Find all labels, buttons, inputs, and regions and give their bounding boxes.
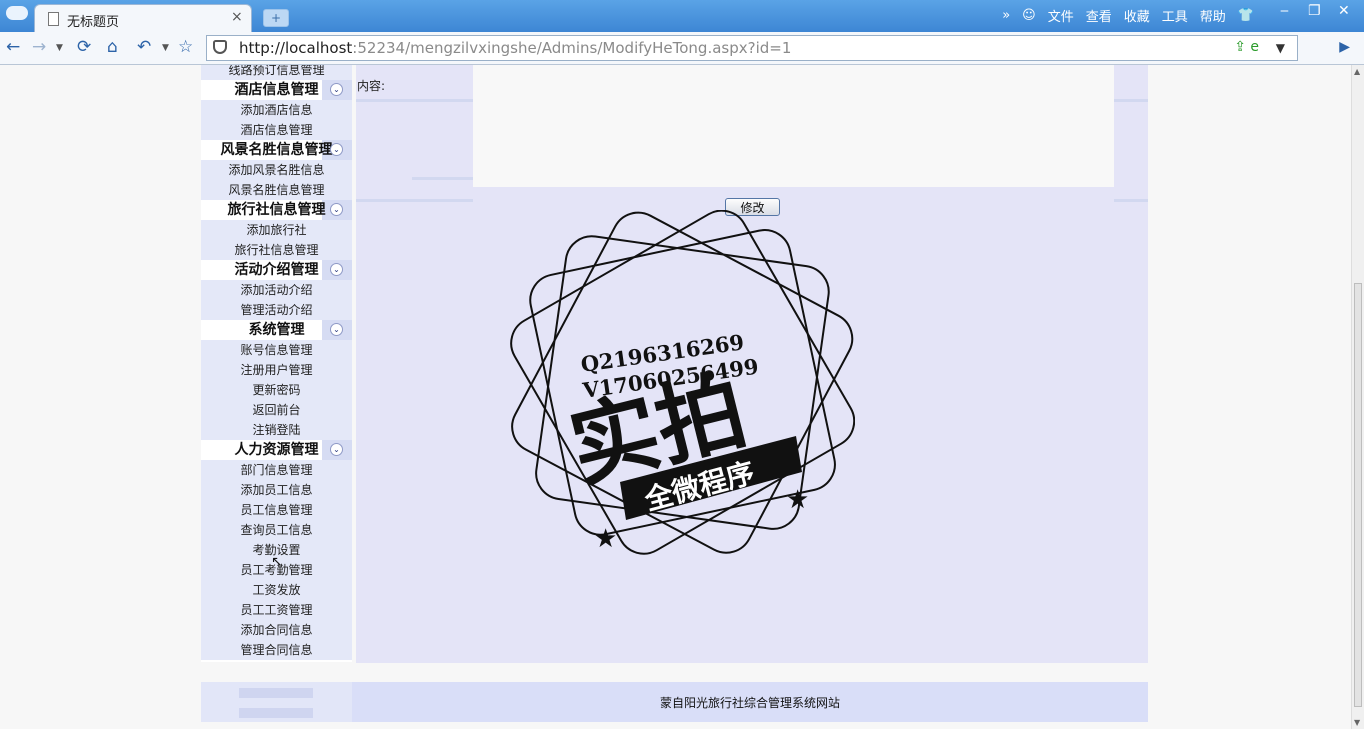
sidebar-section-header[interactable]: 风景名胜信息管理 ⌄ [201, 140, 352, 160]
tab-close-icon[interactable]: × [231, 9, 243, 25]
chevron-down-icon[interactable]: ⌄ [330, 143, 343, 156]
sidebar-link[interactable]: 线路预订信息管理 [201, 65, 352, 80]
sidebar-link[interactable]: 注册用户管理 [201, 360, 352, 380]
go-icon[interactable]: ▶ [1339, 39, 1350, 55]
sidebar-link[interactable]: 工资发放 [201, 580, 352, 600]
menu-favorites[interactable]: 收藏 [1124, 6, 1150, 25]
sidebar-section-header[interactable]: 旅行社信息管理 ⌄ [201, 200, 352, 220]
footer-text: 蒙自阳光旅行社综合管理系统网站 [659, 696, 840, 710]
sidebar-section-header[interactable]: 活动介绍管理 ⌄ [201, 260, 352, 280]
star-icon: ★ [786, 485, 809, 515]
star-icon: ★ [594, 524, 617, 554]
page-scrollbar[interactable]: ▲ ▼ [1351, 65, 1364, 729]
address-dropdown-icon[interactable]: ▼ [1276, 41, 1285, 55]
address-bar[interactable]: http://localhost:52234/mengzilvxingshe/A… [206, 35, 1298, 61]
share-icon[interactable]: ⇪ e [1234, 39, 1259, 55]
sidebar-link[interactable]: 风景名胜信息管理 [201, 180, 352, 200]
browser-titlebar: 无标题页 × + » ☺ 文件 查看 收藏 工具 帮助 👕 ‒ ❐ ✕ [0, 0, 1364, 33]
menu-help[interactable]: 帮助 [1200, 6, 1226, 25]
divider [412, 177, 473, 180]
sidebar-link[interactable]: 添加酒店信息 [201, 100, 352, 120]
undo-dropdown-icon[interactable]: ▼ [162, 43, 169, 53]
minimize-button[interactable]: ‒ [1280, 3, 1289, 19]
page-footer: 蒙自阳光旅行社综合管理系统网站 [201, 682, 1148, 722]
sidebar-link[interactable]: 添加活动介绍 [201, 280, 352, 300]
sidebar-link[interactable]: 员工工资管理 [201, 600, 352, 620]
sidebar-link[interactable]: 返回前台 [201, 400, 352, 420]
sidebar-link[interactable]: 账号信息管理 [201, 340, 352, 360]
browser-logo-icon [6, 6, 28, 20]
skin-icon[interactable]: 👕 [1238, 8, 1254, 23]
scrollbar-thumb[interactable] [1354, 283, 1362, 707]
browser-navbar: ← → ▼ ⟳ ⌂ ↶ ▼ ☆ http://localhost:52234/m… [0, 32, 1364, 65]
chevron-down-icon[interactable]: ⌄ [330, 203, 343, 216]
scroll-down-icon[interactable]: ▼ [1354, 718, 1360, 727]
refresh-icon[interactable]: ⟳ [77, 37, 91, 57]
sidebar-link[interactable]: 添加员工信息 [201, 480, 352, 500]
page-icon [48, 12, 59, 26]
menu-overflow-icon[interactable]: » [1002, 8, 1010, 23]
sidebar-link[interactable]: 更新密码 [201, 380, 352, 400]
history-dropdown-icon[interactable]: ▼ [56, 43, 63, 53]
divider [356, 99, 473, 102]
sidebar-link[interactable]: 添加旅行社 [201, 220, 352, 240]
sidebar-section-header[interactable]: 系统管理 ⌄ [201, 320, 352, 340]
chevron-down-icon[interactable]: ⌄ [330, 263, 343, 276]
tab-title: 无标题页 [67, 15, 120, 30]
divider [1114, 199, 1148, 202]
mouse-cursor-icon: ↖ [271, 554, 283, 570]
footer-left [201, 682, 352, 722]
sidebar-section-header[interactable]: 人力资源管理 ⌄ [201, 440, 352, 460]
scroll-up-icon[interactable]: ▲ [1354, 67, 1360, 76]
content-textarea[interactable] [473, 65, 1114, 187]
chevron-down-icon[interactable]: ⌄ [330, 323, 343, 336]
admin-sidebar: 线路预订信息管理 酒店信息管理 ⌄ 添加酒店信息 酒店信息管理 风景名胜信息管理 ⌄ 添加风景… [201, 65, 352, 662]
sidebar-link[interactable]: 查询员工信息 [201, 520, 352, 540]
menu-view[interactable]: 查看 [1086, 6, 1112, 25]
sidebar-link[interactable]: 添加合同信息 [201, 620, 352, 640]
home-icon[interactable]: ⌂ [107, 37, 118, 57]
sidebar-link[interactable]: 员工信息管理 [201, 500, 352, 520]
footer-decoration [239, 688, 313, 698]
sidebar-link[interactable]: 注销登陆 [201, 420, 352, 440]
footer-decoration [239, 708, 313, 718]
browser-menu: » ☺ 文件 查看 收藏 工具 帮助 👕 [1002, 6, 1254, 25]
page-viewport: 线路预订信息管理 酒店信息管理 ⌄ 添加酒店信息 酒店信息管理 风景名胜信息管理 ⌄ 添加风景… [0, 65, 1352, 729]
divider [1114, 99, 1148, 102]
undo-icon[interactable]: ↶ [137, 37, 151, 57]
content-label: 内容: [357, 79, 386, 93]
new-tab-button[interactable]: + [263, 9, 289, 27]
divider [356, 199, 473, 202]
forward-icon[interactable]: → [32, 37, 46, 57]
browser-tab[interactable]: 无标题页 × [34, 4, 252, 33]
chevron-down-icon[interactable]: ⌄ [330, 443, 343, 456]
restore-button[interactable]: ❐ [1308, 3, 1321, 19]
sidebar-link[interactable]: 管理合同信息 [201, 640, 352, 660]
security-shield-icon [213, 40, 227, 54]
sidebar-link[interactable]: 添加风景名胜信息 [201, 160, 352, 180]
menu-tools[interactable]: 工具 [1162, 6, 1188, 25]
user-icon[interactable]: ☺ [1022, 8, 1036, 23]
watermark-stamp: Q2196316269 V17060256499 实拍 全微程序 ★ ★ [510, 210, 855, 555]
chevron-down-icon[interactable]: ⌄ [330, 83, 343, 96]
sidebar-link[interactable]: 酒店信息管理 [201, 120, 352, 140]
menu-file[interactable]: 文件 [1048, 6, 1074, 25]
sidebar-section-header[interactable]: 酒店信息管理 ⌄ [201, 80, 352, 100]
back-icon[interactable]: ← [6, 37, 20, 57]
favorite-star-icon[interactable]: ☆ [178, 37, 193, 57]
close-button[interactable]: ✕ [1338, 3, 1350, 19]
sidebar-link[interactable]: 管理活动介绍 [201, 300, 352, 320]
sidebar-link[interactable]: 旅行社信息管理 [201, 240, 352, 260]
sidebar-link[interactable]: 部门信息管理 [201, 460, 352, 480]
address-url[interactable]: http://localhost:52234/mengzilvxingshe/A… [239, 39, 791, 57]
